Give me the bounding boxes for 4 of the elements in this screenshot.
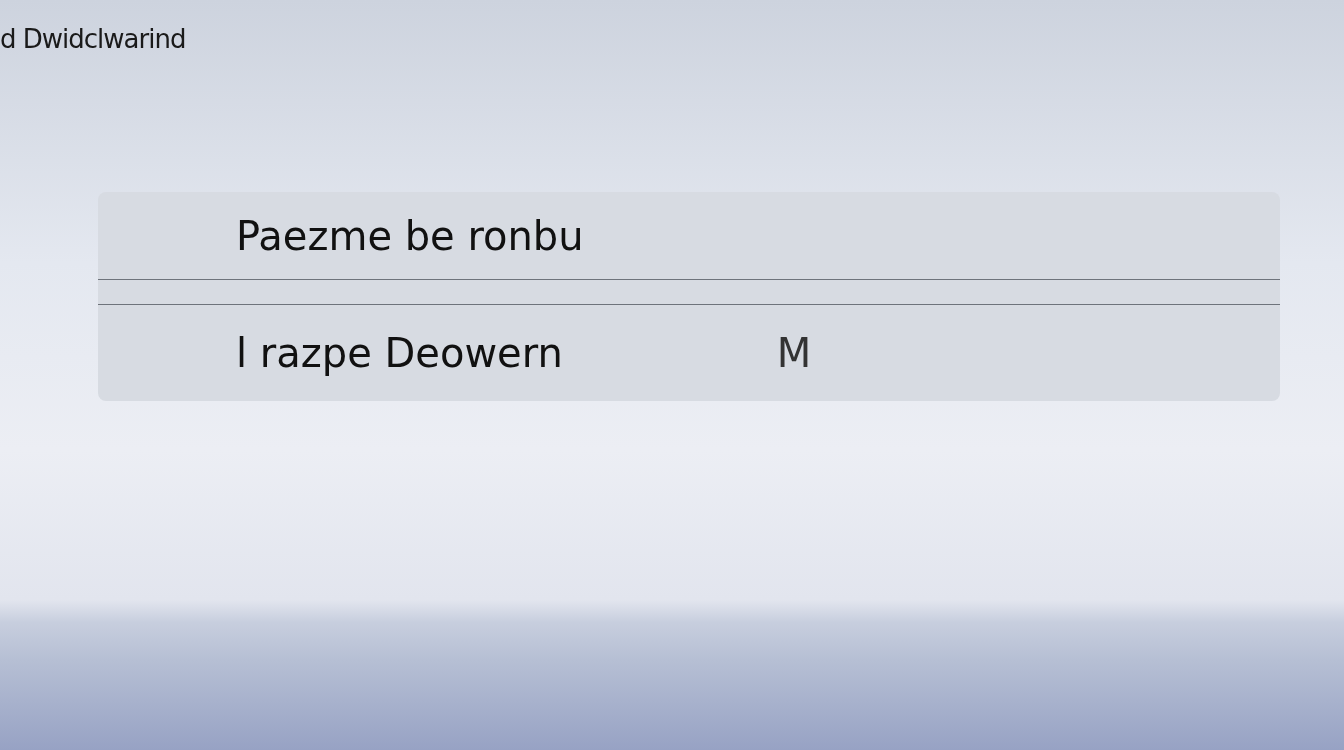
row-label: Paezme be ronbu (236, 211, 584, 261)
row-value: M (776, 329, 812, 378)
row-label: l razpe Deowern (236, 329, 563, 378)
page-title: d Dwidclwarind (0, 24, 186, 54)
